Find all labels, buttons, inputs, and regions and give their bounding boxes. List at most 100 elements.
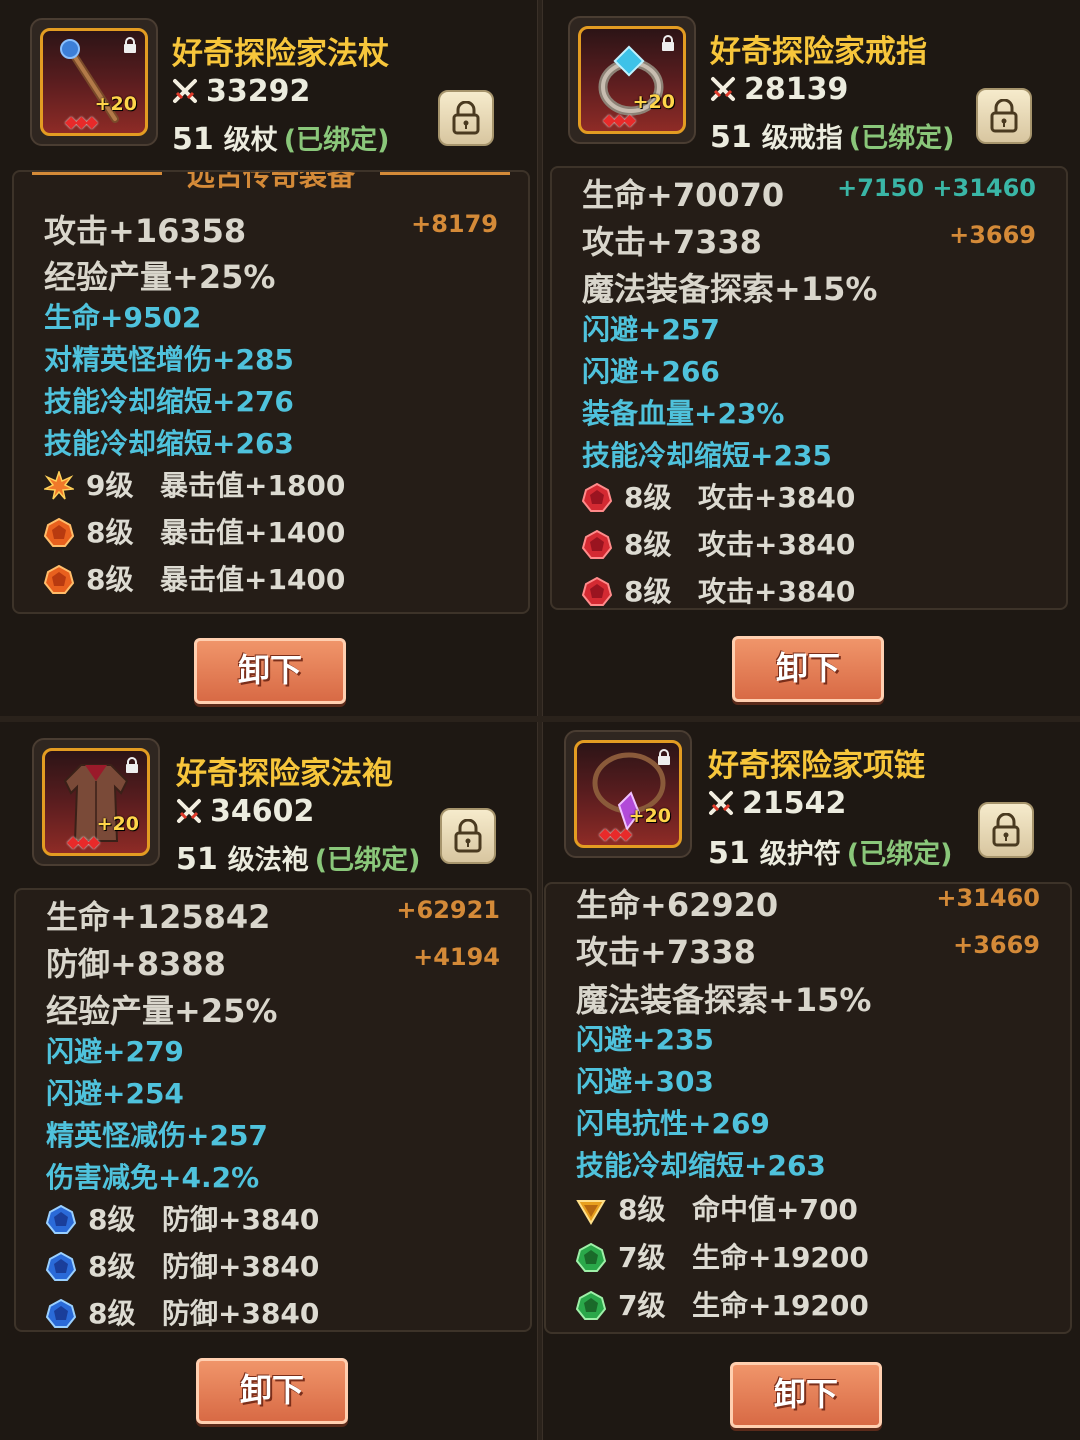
lock-button[interactable] [438, 90, 494, 146]
blue-gem-icon [46, 1252, 76, 1281]
combat-power: 34602 [176, 794, 314, 829]
gem-row: 8级 攻击+3840 [582, 523, 1036, 563]
blue-gem-icon [46, 1299, 76, 1328]
main-stat-row: 经验产量+25% [46, 986, 500, 1032]
stat-text: 生命+70070 [582, 176, 785, 214]
stats-panel[interactable]: 生命+62920 +31460 攻击+7338 +3669 魔法装备探索+15%… [544, 882, 1072, 1334]
unload-button[interactable]: 卸下 [196, 1358, 348, 1424]
gem-row: 8级 防御+3840 [46, 1292, 500, 1330]
red-gem-icon [582, 530, 612, 559]
gem-row: 8级 攻击+3840 [582, 476, 1036, 516]
item-icon-frame[interactable]: +20 ◆◆◆ [564, 730, 692, 858]
item-type: 级戒指 [761, 123, 843, 154]
small-lock-icon [662, 35, 674, 51]
crossed-swords-icon [177, 799, 201, 823]
gem-row: 8级 暴击值+1400 [44, 558, 498, 598]
gem-row: 7级 生命+19200 [576, 1284, 1040, 1324]
item-level-line: 51 级杖 (已绑定) [172, 118, 389, 157]
stats-panel[interactable]: 远古传奇装备 攻击+16358 +8179 经验产量+25% 生命+9502 对… [12, 170, 530, 614]
sub-stat-row: 闪避+235 [576, 1023, 714, 1056]
green-gem-icon [576, 1291, 606, 1320]
item-name: 好奇探险家项链 [708, 748, 925, 784]
stat-bonus: +62921 [396, 896, 500, 924]
crossed-swords-icon [173, 79, 197, 103]
section-title: 远古传奇装备 [14, 172, 528, 194]
equipment-panel-staff: +20 ◆◆◆ 好奇探险家法杖 33292 51 级杖 (已绑定) 远古传奇装备 攻… [0, 0, 538, 718]
unload-button[interactable]: 卸下 [194, 638, 346, 704]
bound-status: (已绑定) [846, 839, 953, 870]
gem-row: 8级 防御+3840 [46, 1245, 500, 1285]
item-level-line: 51 级护符 (已绑定) [708, 832, 952, 871]
unload-button[interactable]: 卸下 [730, 1362, 882, 1428]
main-stat-row: 生命+70070 +7150 +31460 [582, 170, 1036, 216]
enhance-level: +20 [628, 805, 671, 827]
unload-button[interactable]: 卸下 [732, 636, 884, 702]
topaz-gem-icon [576, 1200, 606, 1225]
sub-stat-row: 闪电抗性+269 [576, 1107, 770, 1140]
item-type: 级杖 [223, 125, 278, 156]
sub-stat-row: 装备血量+23% [582, 397, 785, 430]
item-name: 好奇探险家戒指 [710, 34, 927, 70]
sub-stat-row: 对精英怪增伤+285 [44, 343, 294, 376]
gem-stat: 攻击+3840 [698, 481, 856, 514]
stat-text: 魔法装备探索+15% [582, 270, 878, 308]
star-rating: ◆◆◆ [603, 110, 636, 129]
stat-bonus: +4194 [413, 943, 500, 971]
combat-power: 28139 [710, 72, 848, 107]
small-lock-icon [658, 749, 670, 765]
gem-level: 9级 [86, 469, 134, 502]
gem-level: 8级 [88, 1297, 136, 1330]
gem-row: 8级 攻击+3840 [582, 570, 1036, 608]
small-lock-icon [124, 37, 136, 53]
main-stat-row: 魔法装备探索+15% [582, 264, 1036, 310]
stat-text: 经验产量+25% [46, 992, 278, 1030]
sub-stat-row: 技能冷却缩短+235 [582, 439, 832, 472]
item-level-line: 51 级法袍 (已绑定) [176, 838, 420, 877]
gem-stat: 暴击值+1400 [160, 563, 346, 596]
gem-stat: 生命+19200 [692, 1289, 869, 1322]
main-stat-row: 防御+8388 +4194 [46, 939, 500, 985]
gem-row: 7级 生命+19200 [576, 1236, 1040, 1276]
enhance-level: +20 [96, 813, 139, 835]
stat-bonus: +3669 [949, 221, 1036, 249]
gem-level: 8级 [86, 516, 134, 549]
combat-power: 33292 [172, 74, 310, 109]
sun-gem-icon [44, 471, 74, 500]
main-stat-row: 生命+125842 +62921 [46, 892, 500, 938]
sub-stat-row: 技能冷却缩短+276 [44, 385, 294, 418]
gem-level: 8级 [86, 563, 134, 596]
item-level: 51 [172, 122, 214, 157]
gem-stat: 攻击+3840 [698, 575, 856, 608]
gem-stat: 暴击值+1800 [160, 469, 346, 502]
item-icon-frame[interactable]: +20 ◆◆◆ [32, 738, 160, 866]
stat-bonus: +31460 [936, 884, 1040, 912]
item-icon-frame[interactable]: +20 ◆◆◆ [568, 16, 696, 144]
equipment-panel-robe: +20 ◆◆◆ 好奇探险家法袍 34602 51 级法袍 (已绑定) 生命+1258… [0, 722, 538, 1440]
blue-gem-icon [46, 1205, 76, 1234]
main-stat-row: 攻击+7338 +3669 [582, 217, 1036, 263]
gem-level: 8级 [618, 1193, 666, 1226]
main-stat-row: 攻击+16358 +8179 [44, 206, 498, 252]
stat-bonus: +8179 [411, 210, 498, 238]
sub-stat-row: 伤害减免+4.2% [46, 1161, 260, 1194]
gem-row: 8级 暴击值+1400 [44, 511, 498, 551]
main-stat-row: 经验产量+25% [44, 252, 498, 298]
item-icon-frame[interactable]: +20 ◆◆◆ [30, 18, 158, 146]
star-rating: ◆◆◆ [599, 824, 632, 843]
gem-stat: 暴击值+1400 [160, 516, 346, 549]
stats-panel[interactable]: 生命+125842 +62921 防御+8388 +4194 经验产量+25% … [14, 888, 532, 1332]
lock-button[interactable] [440, 808, 496, 864]
gem-level: 8级 [624, 575, 672, 608]
gem-row: 8级 防御+3840 [46, 1198, 500, 1238]
main-stat-row: 生命+62920 +31460 [576, 884, 1040, 926]
combat-power-value: 28139 [744, 72, 849, 107]
enhance-level: +20 [632, 91, 675, 113]
crossed-swords-icon [709, 791, 733, 815]
sub-stat-row: 生命+9502 [44, 301, 202, 334]
sub-stat-row: 精英怪减伤+257 [46, 1119, 268, 1152]
gem-row: 9级 暴击值+1800 [44, 464, 498, 504]
stats-panel[interactable]: 生命+70070 +7150 +31460 攻击+7338 +3669 魔法装备… [550, 166, 1068, 610]
lock-button[interactable] [976, 88, 1032, 144]
sub-stat-row: 技能冷却缩短+263 [44, 427, 294, 460]
lock-button[interactable] [978, 802, 1034, 858]
